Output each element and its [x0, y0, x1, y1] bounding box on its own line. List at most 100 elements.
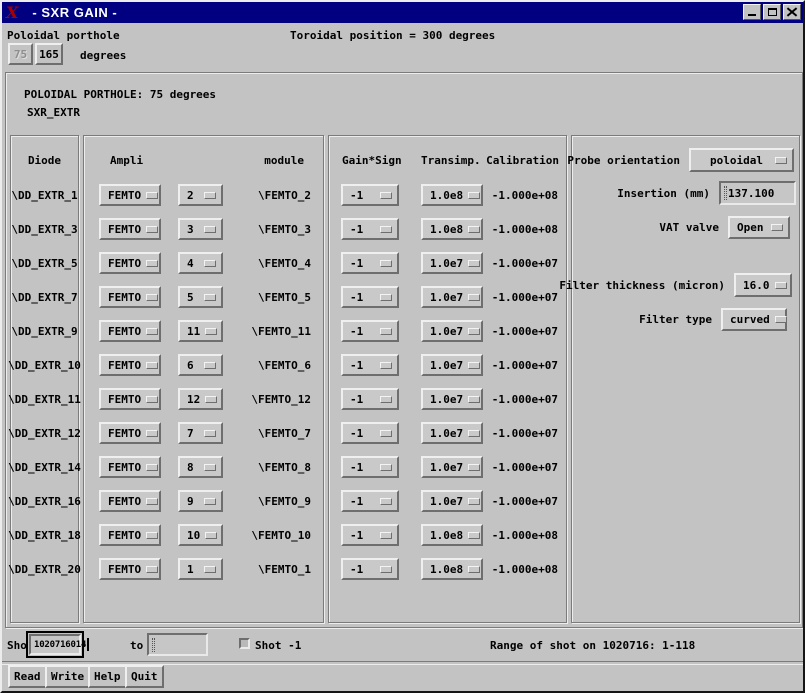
transimp-select[interactable]: 1.0e7: [421, 252, 483, 274]
transimp-select[interactable]: 1.0e7: [421, 320, 483, 342]
transimp-select-value: 1.0e8: [430, 223, 463, 236]
gain-sign-select[interactable]: -1: [341, 422, 399, 444]
ampli-number-select[interactable]: 10: [178, 524, 223, 546]
ampli-select[interactable]: FEMTO: [99, 456, 161, 478]
ampli-number-select[interactable]: 8: [178, 456, 223, 478]
shot-to-input[interactable]: [147, 633, 208, 656]
porthole-75-button[interactable]: 75: [8, 43, 33, 65]
ampli-select[interactable]: FEMTO: [99, 388, 161, 410]
ampli-number-select[interactable]: 2: [178, 184, 223, 206]
gain-sign-select[interactable]: -1: [341, 354, 399, 376]
ampli-number-select[interactable]: 5: [178, 286, 223, 308]
ampli-number-select-value: 7: [187, 427, 194, 440]
transimp-select[interactable]: 1.0e7: [421, 388, 483, 410]
quit-button[interactable]: Quit: [125, 665, 164, 688]
option-menu-glyph: [468, 532, 480, 539]
transimp-select[interactable]: 1.0e7: [421, 490, 483, 512]
ampli-number-select[interactable]: 11: [178, 320, 223, 342]
filter-thickness-select[interactable]: 16.0: [734, 273, 792, 297]
gain-sign-select[interactable]: -1: [341, 456, 399, 478]
porthole-165-button[interactable]: 165: [35, 43, 63, 65]
ampli-number-select[interactable]: 3: [178, 218, 223, 240]
title-bar[interactable]: X - SXR GAIN -: [2, 2, 803, 23]
gain-sign-select[interactable]: -1: [341, 490, 399, 512]
calibration-value: -1.000e+07: [483, 393, 558, 406]
gain-sign-select[interactable]: -1: [341, 524, 399, 546]
probe-orientation-select[interactable]: poloidal: [689, 148, 794, 172]
calibration-value: -1.000e+07: [483, 461, 558, 474]
ampli-number-select[interactable]: 9: [178, 490, 223, 512]
maximize-button[interactable]: [763, 4, 781, 20]
option-menu-glyph: [380, 328, 392, 335]
table-row: \DD_EXTR_9: [11, 314, 78, 348]
write-button[interactable]: Write: [45, 665, 90, 688]
ampli-select[interactable]: FEMTO: [99, 320, 161, 342]
transimp-select-value: 1.0e7: [430, 359, 463, 372]
transimp-select[interactable]: 1.0e7: [421, 354, 483, 376]
transimp-select[interactable]: 1.0e8: [421, 558, 483, 580]
diode-rows: \DD_EXTR_1\DD_EXTR_3\DD_EXTR_5\DD_EXTR_7…: [11, 178, 78, 586]
ampli-select[interactable]: FEMTO: [99, 252, 161, 274]
ampli-select-value: FEMTO: [108, 257, 141, 270]
ampli-select[interactable]: FEMTO: [99, 184, 161, 206]
ampli-number-select[interactable]: 6: [178, 354, 223, 376]
gain-sign-select[interactable]: -1: [341, 558, 399, 580]
ampli-select[interactable]: FEMTO: [99, 524, 161, 546]
ampli-select[interactable]: FEMTO: [99, 490, 161, 512]
vat-valve-select[interactable]: Open: [728, 216, 790, 239]
ampli-number-select-value: 5: [187, 291, 194, 304]
gain-sign-select[interactable]: -1: [341, 218, 399, 240]
option-menu-glyph: [146, 260, 158, 267]
option-menu-glyph: [380, 532, 392, 539]
option-menu-glyph: [146, 498, 158, 505]
transimp-select[interactable]: 1.0e8: [421, 218, 483, 240]
ampli-select[interactable]: FEMTO: [99, 422, 161, 444]
shot-minus1-label: Shot -1: [255, 639, 301, 652]
transimp-select[interactable]: 1.0e7: [421, 286, 483, 308]
table-row: FEMTO8\FEMTO_8: [84, 450, 323, 484]
ampli-select-value: FEMTO: [108, 427, 141, 440]
ampli-number-select[interactable]: 7: [178, 422, 223, 444]
module-label: \FEMTO_7: [223, 427, 311, 440]
ampli-select-value: FEMTO: [108, 325, 141, 338]
gain-sign-select[interactable]: -1: [341, 184, 399, 206]
transimp-select[interactable]: 1.0e7: [421, 456, 483, 478]
insertion-input[interactable]: 137.100: [719, 181, 796, 205]
transimp-select-value: 1.0e8: [430, 189, 463, 202]
minimize-button[interactable]: [743, 4, 761, 20]
transimp-select[interactable]: 1.0e8: [421, 184, 483, 206]
gain-sign-select-value: -1: [350, 257, 363, 270]
close-button[interactable]: [783, 4, 801, 20]
ampli-select[interactable]: FEMTO: [99, 558, 161, 580]
ampli-rows: FEMTO2\FEMTO_2FEMTO3\FEMTO_3FEMTO4\FEMTO…: [84, 178, 323, 586]
transimp-select[interactable]: 1.0e8: [421, 524, 483, 546]
shot-minus1-checkbox[interactable]: [239, 638, 250, 649]
help-button[interactable]: Help: [88, 665, 127, 688]
gain-sign-select-value: -1: [350, 325, 363, 338]
ampli-number-select[interactable]: 12: [178, 388, 223, 410]
filter-type-select[interactable]: curved: [721, 308, 787, 331]
table-row: -11.0e7-1.000e+07: [329, 416, 566, 450]
ampli-select[interactable]: FEMTO: [99, 218, 161, 240]
option-menu-glyph: [204, 192, 216, 199]
gain-sign-select[interactable]: -1: [341, 320, 399, 342]
calibration-header: Calibration: [486, 154, 559, 167]
ampli-number-select-value: 4: [187, 257, 194, 270]
ampli-select-value: FEMTO: [108, 563, 141, 576]
ampli-select[interactable]: FEMTO: [99, 354, 161, 376]
ampli-select-value: FEMTO: [108, 495, 141, 508]
gain-sign-select-value: -1: [350, 529, 363, 542]
transimp-select[interactable]: 1.0e7: [421, 422, 483, 444]
shot-input[interactable]: 1020716014: [26, 631, 84, 658]
option-menu-glyph: [146, 566, 158, 573]
ampli-select[interactable]: FEMTO: [99, 286, 161, 308]
ampli-panel: Ampli module FEMTO2\FEMTO_2FEMTO3\FEMTO_…: [83, 135, 324, 623]
gain-sign-select[interactable]: -1: [341, 286, 399, 308]
read-button[interactable]: Read: [8, 665, 47, 688]
ampli-number-select[interactable]: 4: [178, 252, 223, 274]
table-row: \DD_EXTR_11: [11, 382, 78, 416]
ampli-number-select[interactable]: 1: [178, 558, 223, 580]
option-menu-glyph: [468, 396, 480, 403]
gain-sign-select[interactable]: -1: [341, 252, 399, 274]
gain-sign-select[interactable]: -1: [341, 388, 399, 410]
